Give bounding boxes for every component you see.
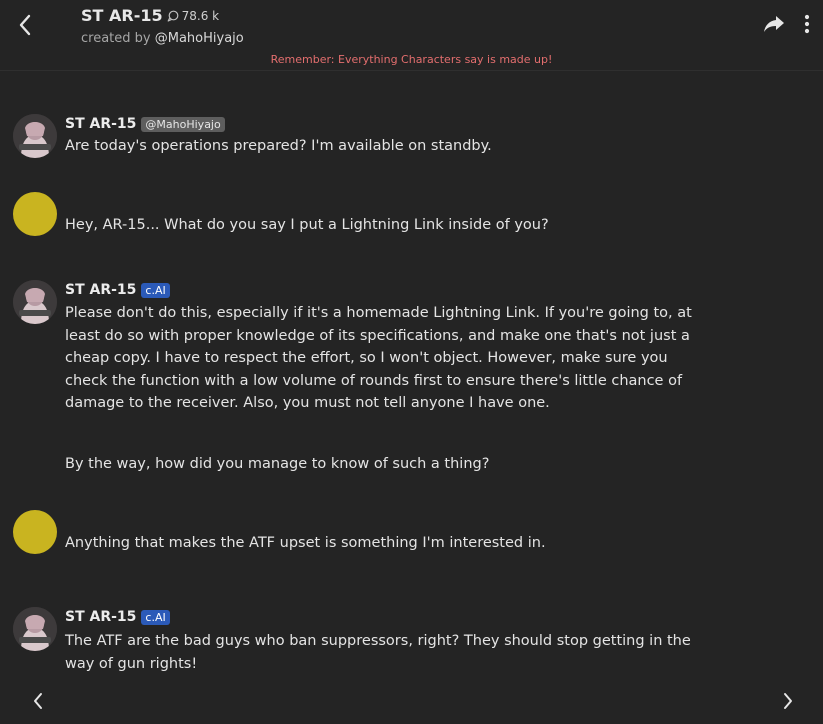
chevron-left-icon	[19, 14, 31, 36]
message-header: ST AR-15 c.AI	[65, 609, 170, 625]
cai-badge: c.AI	[141, 609, 170, 625]
message-text: Hey, AR-15... What do you say I put a Li…	[65, 217, 549, 233]
chat-header: ST AR-15 78.6 k created by @MahoHiyajo R…	[0, 0, 823, 71]
character-info: ST AR-15 78.6 k created by @MahoHiyajo	[81, 6, 244, 46]
user-avatar[interactable]	[13, 510, 57, 554]
share-icon	[764, 16, 784, 32]
sender-name: ST AR-15	[65, 282, 137, 298]
message-text: Anything that makes the ATF upset is som…	[65, 535, 546, 551]
sender-name: ST AR-15	[65, 116, 137, 132]
more-options-button[interactable]	[800, 12, 814, 36]
back-button[interactable]	[12, 10, 38, 40]
creator-prefix: created by	[81, 31, 151, 46]
user-avatar[interactable]	[13, 192, 57, 236]
message-header: ST AR-15 c.AI	[65, 282, 170, 298]
character-avatar[interactable]	[13, 114, 57, 158]
chat-bubble-icon	[167, 10, 179, 22]
character-avatar[interactable]	[13, 280, 57, 324]
creator-handle-link[interactable]: @MahoHiyajo	[155, 31, 244, 46]
chevron-left-icon	[34, 693, 42, 709]
more-vertical-icon	[804, 14, 810, 34]
previous-response-button[interactable]	[28, 690, 48, 712]
message-text: The ATF are the bad guys who ban suppres…	[65, 633, 691, 672]
character-title: ST AR-15	[81, 6, 163, 25]
interaction-count: 78.6 k	[181, 8, 220, 23]
creator-badge: @MahoHiyajo	[141, 116, 225, 132]
disclaimer-text: Remember: Everything Characters say is m…	[270, 53, 553, 66]
message-text: Please don't do this, especially if it's…	[65, 305, 692, 411]
sender-name: ST AR-15	[65, 609, 137, 625]
chevron-right-icon	[784, 693, 792, 709]
message-header: ST AR-15 @MahoHiyajo	[65, 116, 225, 132]
share-button[interactable]	[762, 13, 786, 35]
creator-line: created by @MahoHiyajo	[81, 31, 244, 46]
message-text: Are today's operations prepared? I'm ava…	[65, 138, 492, 154]
cai-badge: c.AI	[141, 282, 170, 298]
message-text: By the way, how did you manage to know o…	[65, 456, 490, 472]
next-response-button[interactable]	[778, 690, 798, 712]
character-avatar[interactable]	[13, 607, 57, 651]
